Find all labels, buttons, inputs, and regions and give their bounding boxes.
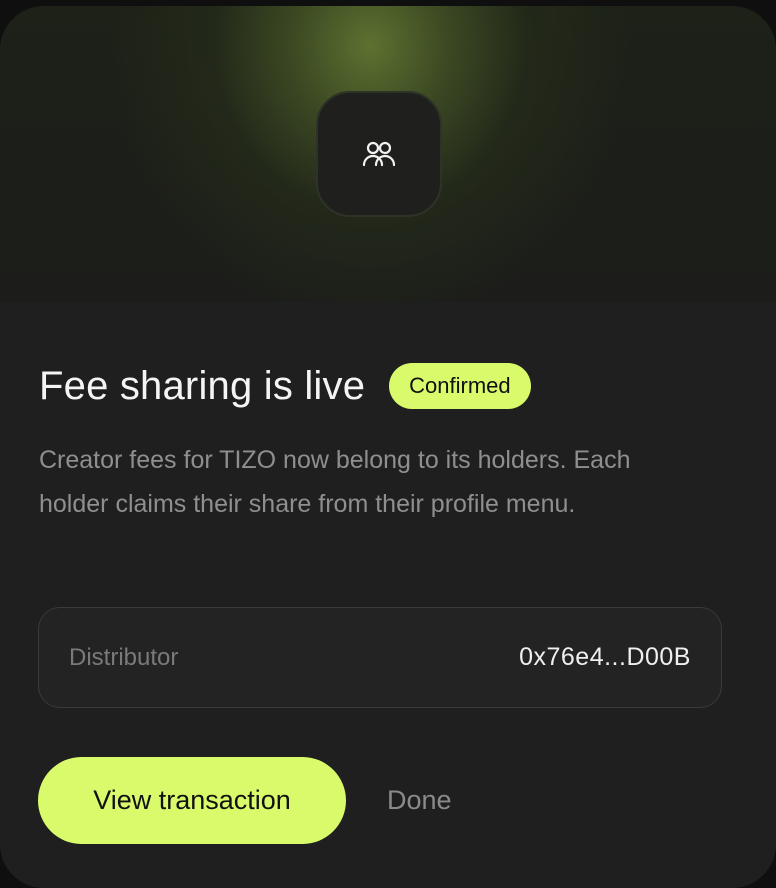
distributor-field: Distributor 0x76e4...D00B <box>38 607 722 708</box>
hero-icon-container <box>316 91 442 217</box>
users-group-icon <box>362 141 396 167</box>
done-button[interactable]: Done <box>370 757 469 844</box>
modal-title: Fee sharing is live <box>39 364 366 408</box>
status-badge: Confirmed <box>389 363 531 409</box>
view-transaction-button[interactable]: View transaction <box>38 757 346 844</box>
modal-description: Creator fees for TIZO now belong to its … <box>39 446 631 518</box>
distributor-address[interactable]: 0x76e4...D00B <box>519 643 691 672</box>
modal-body: Fee sharing is live Confirmed Creator fe… <box>0 302 776 888</box>
title-row: Fee sharing is live Confirmed <box>39 362 531 410</box>
fee-sharing-modal: Fee sharing is live Confirmed Creator fe… <box>0 6 776 888</box>
distributor-label: Distributor <box>69 643 179 671</box>
hero-banner <box>0 6 776 302</box>
